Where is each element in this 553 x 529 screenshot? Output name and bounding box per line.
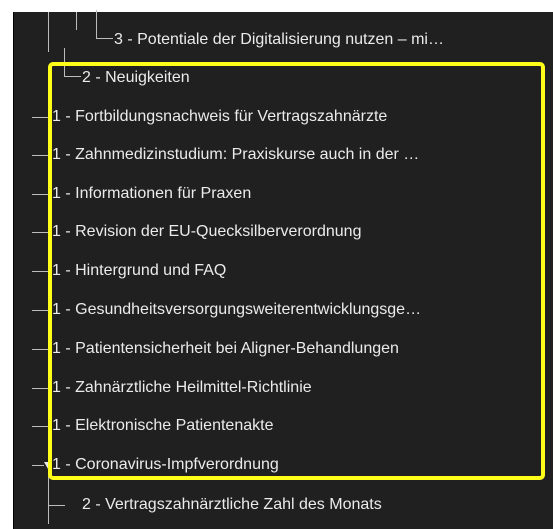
tree-connector [96, 10, 113, 39]
tree-connector [32, 232, 50, 233]
tree-connector [32, 155, 50, 156]
tree-connector [32, 271, 50, 272]
tree-connector [64, 48, 81, 77]
tree-item[interactable]: 1 - Fortbildungsnachweis für Vertragszah… [52, 98, 544, 136]
tree-connector [32, 465, 44, 466]
expand-triangle-icon[interactable] [44, 462, 52, 469]
tree-connector [32, 426, 50, 427]
tree-item[interactable]: 1 - Gesundheitsversorgungsweiterentwickl… [52, 291, 544, 329]
tree-connector [32, 117, 50, 118]
tree-item[interactable]: 2 - Vertragszahnärztliche Zahl des Monat… [82, 486, 532, 524]
tree-item[interactable]: 3 - Potentiale der Digitalisierung nutze… [114, 21, 546, 59]
tree-connector [32, 388, 50, 389]
tree-connector [32, 310, 50, 311]
tree-connector [32, 194, 50, 195]
tree-view: 3 - Potentiale der Digitalisierung nutze… [14, 10, 553, 529]
tree-guide-line [48, 12, 49, 52]
tree-item[interactable]: 1 - Informationen für Praxen [52, 175, 544, 213]
tree-panel: 3 - Potentiale der Digitalisierung nutze… [13, 10, 553, 529]
tree-item[interactable]: 1 - Hintergrund und FAQ [52, 252, 544, 290]
tree-item[interactable]: 1 - Zahnärztliche Heilmittel-Richtlinie [52, 369, 544, 407]
tree-guide-line [76, 12, 77, 30]
tree-item[interactable]: 1 - Zahnmedizinstudium: Praxiskurse auch… [52, 136, 544, 174]
tree-connector [48, 476, 65, 506]
tree-item[interactable]: 1 - Elektronische Patientenakte [52, 407, 544, 445]
tree-item[interactable]: 2 - Neuigkeiten [82, 59, 532, 97]
tree-item[interactable]: 1 - Patientensicherheit bei Aligner-Beha… [52, 330, 544, 368]
tree-connector [32, 349, 50, 350]
tree-item[interactable]: 1 - Coronavirus-Impfverordnung [52, 446, 544, 484]
tree-item[interactable]: 1 - Revision der EU-Quecksilberverordnun… [52, 213, 544, 251]
